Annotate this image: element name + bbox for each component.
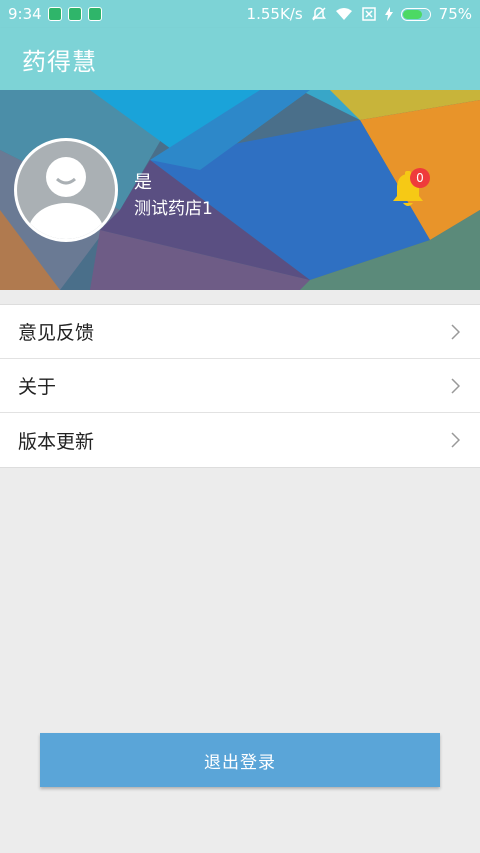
mute-icon [311,7,326,21]
charging-icon [384,7,393,21]
notification-badge: 0 [410,168,430,188]
store-name: 测试药店1 [134,199,213,219]
chevron-right-icon [451,432,460,448]
sim-off-icon [361,7,376,21]
chevron-right-icon [451,378,460,394]
android-icon [87,7,102,21]
avatar[interactable] [14,138,118,242]
shield-icon [47,7,62,21]
menu-item-version-update[interactable]: 版本更新 [0,413,480,467]
status-bar: 9:34 1.55K/s 75% [0,0,480,28]
profile-header: 是 测试药店1 0 [0,90,480,290]
user-name: 是 [134,172,152,193]
logout-button[interactable]: 退出登录 [40,733,440,787]
menu-item-label: 关于 [18,376,57,398]
battery-saver-icon [67,7,82,21]
settings-menu: 意见反馈 关于 版本更新 [0,304,480,468]
menu-item-label: 意见反馈 [18,322,95,344]
menu-item-label: 版本更新 [18,430,95,453]
battery-percent: 75% [438,5,472,23]
wifi-icon [335,8,352,20]
battery-icon [400,7,431,21]
chevron-right-icon [451,324,460,340]
status-time: 9:34 [8,5,42,23]
menu-item-feedback[interactable]: 意见反馈 [0,305,480,359]
app-title: 药得慧 [22,47,97,76]
menu-item-about[interactable]: 关于 [0,359,480,413]
network-speed: 1.55K/s [246,5,303,23]
default-avatar-icon [28,157,104,239]
app-bar: 药得慧 [0,28,480,90]
